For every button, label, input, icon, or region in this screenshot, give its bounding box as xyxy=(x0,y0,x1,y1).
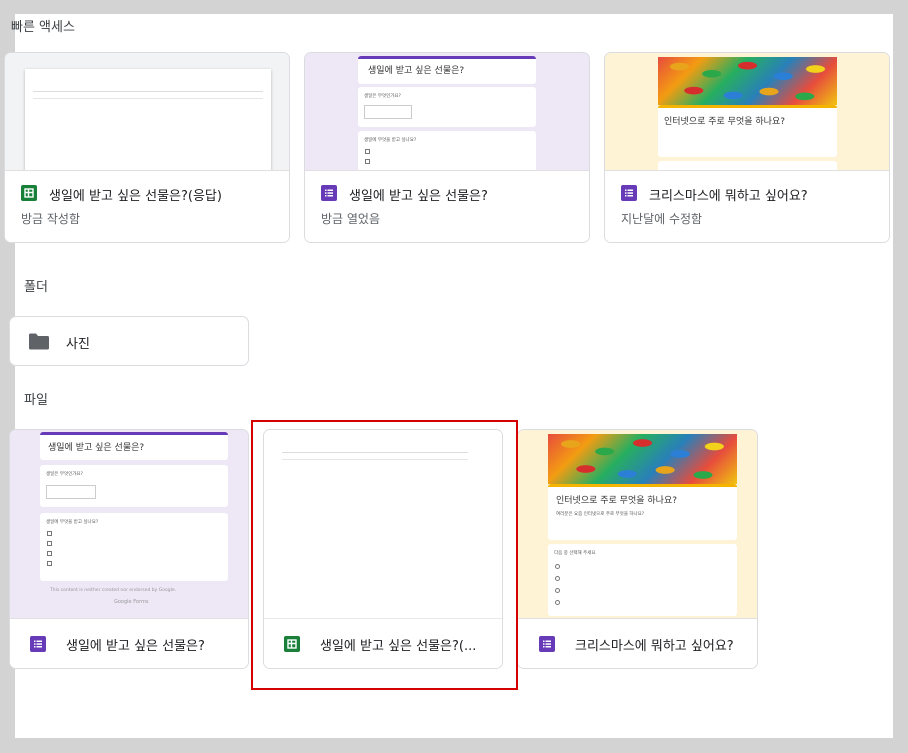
folders-label: 폴더 xyxy=(24,280,48,295)
sheets-icon xyxy=(21,185,37,201)
quick-access-card-responses[interactable]: 생일에 받고 싶은 선물은?(응답) 방금 작성함 xyxy=(4,52,290,243)
card-title: 생일에 받고 싶은 선물은?(... xyxy=(320,639,477,654)
card-title: 생일에 받고 싶은 선물은? xyxy=(349,189,488,204)
folder-icon xyxy=(28,333,50,350)
card-title: 크리스마스에 뭐하고 싶어요? xyxy=(575,639,734,654)
card-title: 크리스마스에 뭐하고 싶어요? xyxy=(649,189,808,204)
card-thumbnail: 생일에 받고 싶은 선물은? 생일은 무엇인가요? 생일에 무엇을 받고 싶나요… xyxy=(305,53,589,172)
files-label: 파일 xyxy=(24,393,48,408)
quick-access-card-birthday-form[interactable]: 생일에 받고 싶은 선물은? 생일은 무엇인가요? 생일에 무엇을 받고 싶나요… xyxy=(304,52,590,243)
card-title: 생일에 받고 싶은 선물은? xyxy=(66,639,205,654)
quick-access-card-christmas-form[interactable]: 인터넷으로 주로 무엇을 하나요? 크리스마스에 뭐하고 싶어요? 지난달에 수… xyxy=(604,52,890,243)
sheets-icon xyxy=(284,636,300,652)
card-thumbnail: 인터넷으로 주로 무엇을 하나요? 여러분은 요즘 인터넷으로 주로 무엇을 하… xyxy=(518,430,757,620)
card-thumbnail: 생일에 받고 싶은 선물은? 생일은 무엇인가요? 생일에 무엇을 받고 싶나요… xyxy=(10,430,248,620)
card-subtitle: 지난달에 수정함 xyxy=(621,212,703,226)
card-subtitle: 방금 작성함 xyxy=(21,212,81,226)
card-title: 생일에 받고 싶은 선물은?(응답) xyxy=(49,189,222,204)
forms-icon xyxy=(539,636,555,652)
file-card-birthday-form[interactable]: 생일에 받고 싶은 선물은? 생일은 무엇인가요? 생일에 무엇을 받고 싶나요… xyxy=(9,429,249,669)
file-card-christmas-form[interactable]: 인터넷으로 주로 무엇을 하나요? 여러분은 요즘 인터넷으로 주로 무엇을 하… xyxy=(517,429,758,669)
folder-name: 사진 xyxy=(66,337,90,352)
quick-access-label: 빠른 액세스 xyxy=(11,20,75,35)
card-thumbnail xyxy=(5,53,289,172)
forms-icon xyxy=(621,185,637,201)
file-card-responses-sheet[interactable]: 생일에 받고 싶은 선물은?(... xyxy=(263,429,503,669)
forms-icon xyxy=(321,185,337,201)
card-thumbnail xyxy=(264,430,502,620)
folder-item[interactable]: 사진 xyxy=(9,316,249,366)
card-thumbnail: 인터넷으로 주로 무엇을 하나요? xyxy=(605,53,889,172)
forms-icon xyxy=(30,636,46,652)
card-subtitle: 방금 열었음 xyxy=(321,212,381,226)
